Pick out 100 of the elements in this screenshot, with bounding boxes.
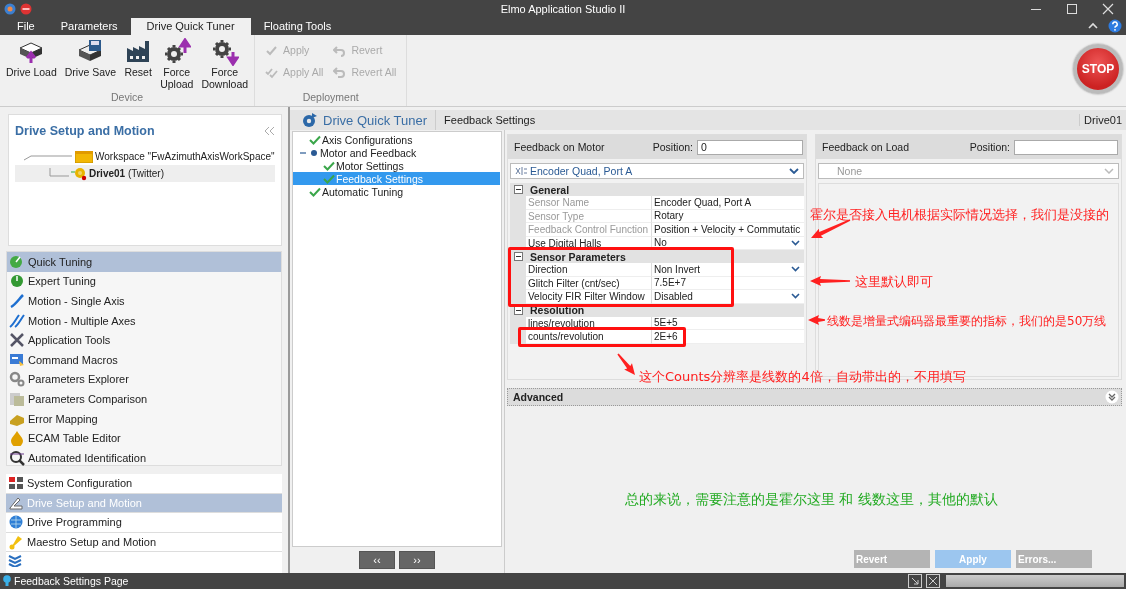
tool-item[interactable]: Command Macros xyxy=(7,349,281,370)
chevron-down-icon xyxy=(1104,168,1114,174)
ribbon-button[interactable]: Force Download xyxy=(199,38,251,91)
group-label: Device xyxy=(110,91,145,105)
close-icon[interactable] xyxy=(1102,3,1114,15)
tree-connector-icon xyxy=(49,167,69,180)
nav-button[interactable]: ›› xyxy=(399,551,435,569)
menu-tab[interactable]: Floating Tools xyxy=(250,18,345,35)
collapse-icon[interactable] xyxy=(514,185,523,194)
tool-item[interactable]: Motion - Multiple Axes xyxy=(7,310,281,331)
tool-item[interactable]: Quick Tuning xyxy=(7,252,281,272)
chevron-down-icon xyxy=(791,293,800,300)
gear-upload-icon xyxy=(162,38,191,66)
check-icon xyxy=(309,134,321,145)
breadcrumb: Feedback Settings xyxy=(443,114,537,126)
property-name: counts/revolution xyxy=(526,330,652,344)
drop-icon xyxy=(9,430,25,447)
chevron-down-icon xyxy=(789,168,799,174)
drive-label: Drive01 xyxy=(1079,114,1126,126)
group-label: Deployment xyxy=(301,91,360,105)
collapse-ribbon-icon[interactable] xyxy=(1088,22,1098,30)
window-icon xyxy=(9,351,25,368)
check-icon xyxy=(309,186,321,197)
annotation-text: 霍尔是否接入电机根据实际情况选择，我们是没接的 xyxy=(810,206,1109,224)
ribbon-button[interactable]: Drive Save xyxy=(62,38,119,91)
nav-item[interactable]: Maestro Setup and Motion xyxy=(6,532,282,553)
property-value[interactable]: Non Invert xyxy=(652,263,804,277)
property-name: Velocity FIR Filter Window xyxy=(526,290,652,304)
tree-connector-icon xyxy=(23,152,73,161)
property-value[interactable]: Disabled xyxy=(652,290,804,304)
sensor-dropdown: None xyxy=(818,163,1119,179)
page-title: Drive Quick Tuner xyxy=(323,112,428,128)
position-field[interactable]: 0 xyxy=(697,139,803,155)
tool-item[interactable]: ECAM Table Editor xyxy=(7,428,281,448)
grid-icon xyxy=(8,475,24,492)
annotation-text: 线数是增量式编码器最重要的指标，我们的是50万线 xyxy=(827,313,1107,330)
collapse-icon[interactable] xyxy=(514,252,523,261)
curves-icon xyxy=(9,312,25,329)
tree-item[interactable]: Automatic Tuning xyxy=(293,185,501,198)
collapse-icon[interactable] xyxy=(514,305,523,315)
tool-item[interactable]: Motion - Single Axis xyxy=(7,291,281,311)
tools-icon xyxy=(9,332,25,349)
magnifier-icon xyxy=(9,449,25,466)
tool-item[interactable]: Error Mapping xyxy=(7,408,281,429)
tool-item[interactable]: Application Tools xyxy=(7,330,281,350)
drive-icon xyxy=(71,166,87,181)
property-value: Encoder Quad, Port A xyxy=(652,196,804,210)
tree-item[interactable]: Workspace "FwAzimuthAxisWorkSpace" xyxy=(15,148,275,165)
menu-tab[interactable]: Drive Quick Tuner xyxy=(130,18,251,35)
ribbon-button[interactable]: Drive Load xyxy=(4,38,59,91)
stop-button[interactable]: STOP xyxy=(1073,44,1123,94)
maximize-icon[interactable] xyxy=(1066,3,1078,15)
tool-item[interactable]: Parameters Comparison xyxy=(7,389,281,409)
tree-item[interactable]: Motor Settings xyxy=(293,159,501,172)
undo-icon xyxy=(333,65,347,79)
fullscreen-icon[interactable] xyxy=(926,574,940,588)
section-header[interactable]: Advanced xyxy=(507,388,1122,406)
gauge-icon xyxy=(9,253,25,270)
tree-item[interactable]: Axis Configurations xyxy=(293,133,501,146)
property-value[interactable]: 2E+6 xyxy=(652,330,804,344)
chevron-down-icon xyxy=(791,239,800,246)
nav-item[interactable]: System Configuration xyxy=(6,474,282,494)
field-label: Position: xyxy=(652,141,693,153)
status-text: Feedback Settings Page xyxy=(14,575,129,587)
menu-tab[interactable]: File xyxy=(4,18,48,35)
tool-item[interactable]: Expert Tuning xyxy=(7,271,281,292)
position-field[interactable] xyxy=(1014,139,1118,155)
gear-download-icon xyxy=(210,38,239,66)
globe-icon xyxy=(8,514,24,531)
panel-title: Drive Setup and Motion xyxy=(15,124,155,138)
layers-icon[interactable] xyxy=(8,553,22,568)
group-title: General xyxy=(529,183,570,196)
check-icon xyxy=(323,160,335,171)
double-chevron-down-icon xyxy=(1105,390,1119,404)
help-icon[interactable] xyxy=(1108,19,1122,33)
property-name: Feedback Control Function xyxy=(526,223,652,237)
lightbulb-icon xyxy=(3,575,11,587)
tree-item[interactable]: Drive01 (Twitter) xyxy=(15,165,275,182)
group-title: Sensor Parameters xyxy=(529,250,626,263)
annotation-text: 这里默认即可 xyxy=(855,273,933,291)
group-title: Resolution xyxy=(529,304,585,316)
nav-button[interactable]: ‹‹ xyxy=(359,551,395,569)
nav-item[interactable]: Drive Programming xyxy=(6,513,282,533)
menu-tab[interactable]: Parameters xyxy=(47,18,131,35)
annotation-text: 总的来说，需要注意的是霍尔这里 和 线数这里，其他的默认 xyxy=(625,491,998,509)
sensor-dropdown[interactable]: Encoder Quad, Port A xyxy=(510,163,804,179)
check-icon xyxy=(323,173,335,184)
tool-item[interactable]: Parameters Explorer xyxy=(7,369,281,390)
panel-title: Feedback on Motor xyxy=(514,141,606,153)
documents-icon xyxy=(9,390,25,407)
chevron-down-icon xyxy=(791,266,800,273)
ribbon-button[interactable]: Reset xyxy=(122,38,155,91)
tool-item[interactable]: Automated Identification xyxy=(7,447,281,468)
restore-icon[interactable] xyxy=(908,574,922,588)
ribbon-button[interactable]: Force Upload xyxy=(158,38,196,91)
window-title: Elmo Application Studio II xyxy=(500,3,626,15)
panel-title: Feedback on Load xyxy=(822,141,910,153)
undo-icon xyxy=(333,43,347,57)
property-value: Position + Velocity + Commutatic xyxy=(652,223,804,237)
tree-item[interactable]: Motor and Feedback xyxy=(293,146,501,159)
